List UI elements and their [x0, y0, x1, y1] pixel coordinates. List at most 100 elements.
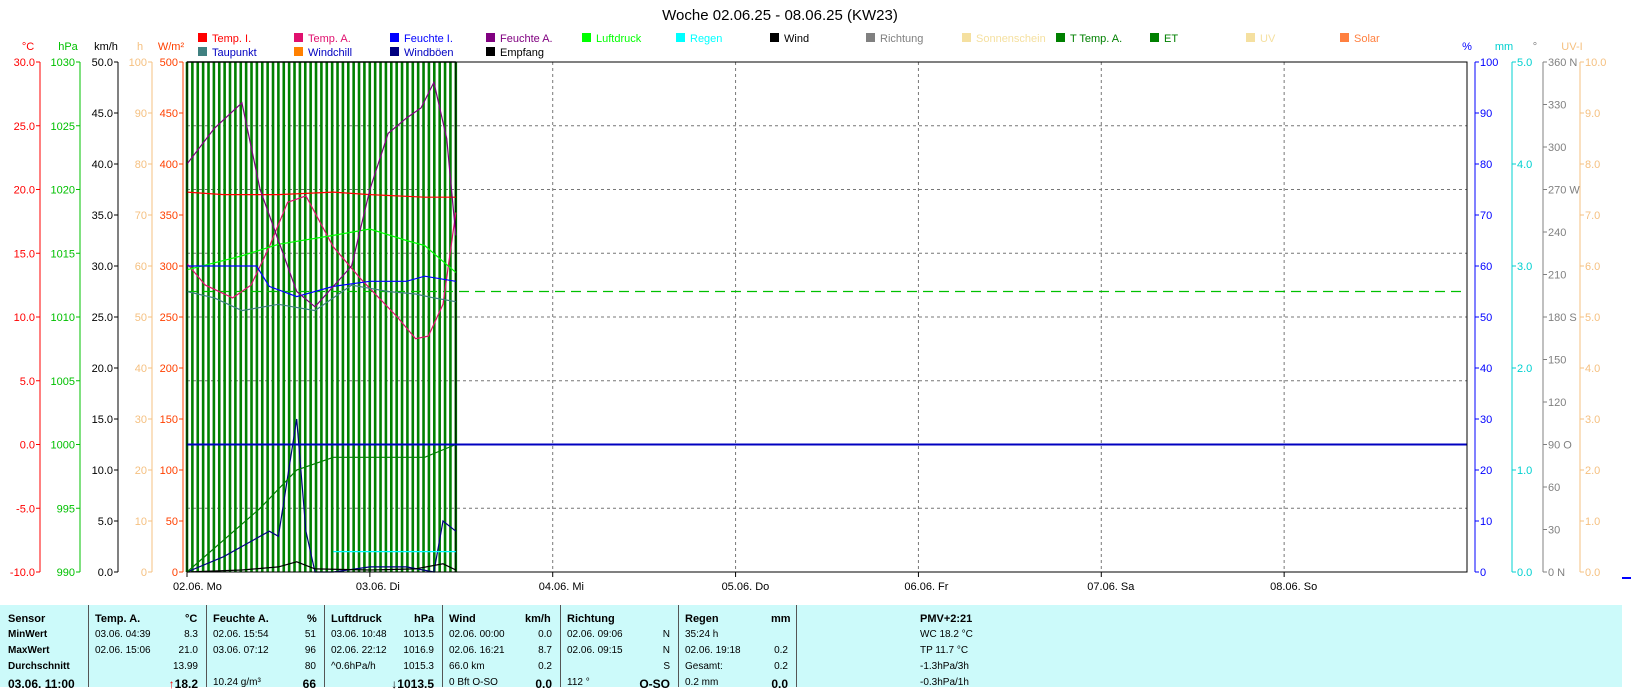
axis-tick-label: 990 — [57, 567, 75, 579]
summary-cell-press_v: 1015.3 — [403, 661, 434, 672]
axis-tick-label: 400 — [160, 159, 178, 171]
axis-tick-label: 2.0 — [1517, 363, 1532, 375]
axis-tick-label: 50.0 — [92, 57, 113, 69]
legend-swatch — [390, 47, 399, 56]
axis-tick-label: 1020 — [51, 185, 75, 197]
legend-swatch — [1150, 33, 1159, 42]
axis-unit: km/h — [94, 41, 118, 53]
axis-tick-label: 10.0 — [92, 465, 113, 477]
axis-tick-label: 25.0 — [92, 312, 113, 324]
axis-tick-label: 1025 — [51, 121, 75, 133]
axis-unit: mm — [1495, 41, 1513, 53]
legend-swatch — [198, 33, 207, 42]
axis-tick-label: 10.0 — [1585, 57, 1606, 69]
axis-tick-label: 5.0 — [1517, 57, 1532, 69]
axis-tick-label: 30 — [135, 414, 147, 426]
axis-tick-label: 5.0 — [20, 376, 35, 388]
summary-cell-label: MaxWert — [8, 645, 50, 656]
summary-cell-extra: -0.3hPa/1h — [920, 677, 969, 688]
x-axis-ticks: 02.06. Mo 03.06. Di 04.06. Mi 05.06. Do 06.0… — [173, 572, 1317, 593]
summary-cell-rain_t: 35:24 h — [685, 629, 719, 640]
axis-tick-label: 0.0 — [1585, 567, 1600, 579]
chart-legend: Temp. I. Temp. A. Feuchte I. Feuchte A. Luft… — [198, 33, 1380, 59]
divider — [88, 605, 89, 687]
summary-cell-label: MinWert — [8, 629, 48, 640]
divider — [442, 605, 443, 687]
legend-swatch — [294, 33, 303, 42]
axis-tick-label: 0.0 — [1517, 567, 1532, 579]
summary-panel: Sensor Temp. A. °C Feuchte A. % Luftdruc… — [0, 605, 1622, 691]
summary-cell-rain_v: 0.2 — [774, 661, 788, 672]
axis-tick-label: 90 — [1480, 108, 1492, 120]
legend-label: UV — [1260, 33, 1276, 45]
axis-tick-label: 10 — [135, 516, 147, 528]
axis-tick-label: 270 W — [1548, 185, 1580, 197]
axis-tick-label: 35.0 — [92, 210, 113, 222]
legend-label: Solar — [1354, 33, 1380, 45]
summary-cell-temp_v: 13.99 — [172, 661, 198, 672]
hum-header: Feuchte A. — [213, 613, 269, 625]
axis-unit: ° — [1533, 41, 1537, 53]
summary-cell-hum_v: 51 — [304, 629, 316, 640]
axis-tick-label: 5.0 — [98, 516, 113, 528]
chart-series — [186, 80, 1467, 573]
summary-cell-dir_v: O-SO — [639, 677, 670, 691]
legend-label: Temp. I. — [212, 33, 251, 45]
chart-title: Woche 02.06.25 - 08.06.25 (KW23) — [662, 7, 898, 24]
wind-header: Wind — [449, 613, 476, 625]
summary-cell-temp_t: 03.06. 04:39 — [95, 629, 151, 640]
axis-unit: h — [137, 41, 143, 53]
x-tick-label: 07.06. Sa — [1087, 581, 1135, 593]
legend-label: Windchill — [308, 47, 352, 59]
axis-tick-label: 50 — [135, 312, 147, 324]
summary-cell-wind_t: 02.06. 00:00 — [449, 629, 505, 640]
axis-tick-label: 995 — [57, 503, 75, 515]
axis-tick-label: 20.0 — [92, 363, 113, 375]
axis-tick-label: 3.0 — [1585, 414, 1600, 426]
axis-tick-label: 90 O — [1548, 440, 1572, 452]
axis-tick-label: 4.0 — [1585, 363, 1600, 375]
axis-unit: UV-I — [1561, 41, 1582, 53]
legend-label: ET — [1164, 33, 1178, 45]
legend-swatch — [962, 33, 971, 42]
axis-tick-label: 100 — [1480, 57, 1498, 69]
summary-cell-temp_v: 8.3 — [184, 629, 198, 640]
divider — [560, 605, 561, 687]
temp-unit: °C — [185, 613, 198, 625]
x-tick-label: 04.06. Mi — [539, 581, 584, 593]
legend-label: T Temp. A. — [1070, 33, 1122, 45]
summary-cell-rain_t: 02.06. 19:18 — [685, 645, 741, 656]
axis-tick-label: 0.0 — [20, 440, 35, 452]
axis-tick-label: 30.0 — [14, 57, 35, 69]
axis-tick-label: 0 — [141, 567, 147, 579]
legend-swatch — [1340, 33, 1349, 42]
axis-tick-label: 120 — [1548, 397, 1566, 409]
chart-axes: °C 30.0 25.0 20.0 15.0 10.0 5.0 0.0 -5.0 -10.0 hPa… — [10, 41, 1631, 579]
summary-cell-label: 03.06. 11:00 — [8, 677, 75, 691]
axis-tick-label: 0 — [172, 567, 178, 579]
legend-label: Feuchte A. — [500, 33, 553, 45]
axis-tick-label: 45.0 — [92, 108, 113, 120]
axis-tick-label: 40.0 — [92, 159, 113, 171]
axis-tick-label: 50 — [166, 516, 178, 528]
summary-cell-wind_v: 0.2 — [538, 661, 552, 672]
axis-tick-label: 30.0 — [92, 261, 113, 273]
axis-tick-label: 1.0 — [1517, 465, 1532, 477]
axis-tick-label: 330 — [1548, 100, 1566, 112]
summary-cell-dir_t: 02.06. 09:06 — [567, 629, 623, 640]
summary-cell-wind_t: 0 Bft O-SO — [449, 677, 498, 688]
summary-cell-wind_v: 0.0 — [538, 629, 552, 640]
summary-cell-press_v: 1013.5 — [403, 629, 434, 640]
axis-tick-label: 200 — [160, 363, 178, 375]
axis-tick-label: 10 — [1480, 516, 1492, 528]
summary-cell-press_v: ↓1013.5 — [391, 677, 434, 691]
legend-swatch — [1056, 33, 1065, 42]
summary-cell-rain_t: 0.2 mm — [685, 677, 719, 688]
legend-swatch — [486, 33, 495, 42]
legend-swatch — [198, 47, 207, 56]
legend-swatch — [486, 47, 495, 56]
axis-tick-label: 1.0 — [1585, 516, 1600, 528]
summary-cell-press_v: 1016.9 — [403, 645, 434, 656]
summary-cell-wind_v: 8.7 — [538, 645, 552, 656]
dir-header: Richtung — [567, 613, 615, 625]
